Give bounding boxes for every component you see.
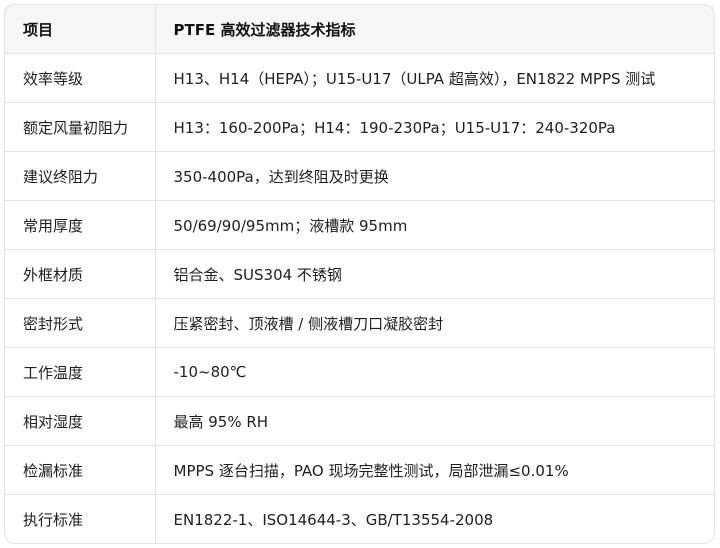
row-item-value: H13、H14（HEPA）；U15-U17（ULPA 超高效），EN1822 M…: [155, 53, 714, 103]
row-item-value: 最高 95% RH: [155, 396, 714, 446]
table-row: 密封形式 压紧密封、顶液槽 / 侧液槽刀口凝胶密封: [5, 298, 714, 348]
table-row: 效率等级 H13、H14（HEPA）；U15-U17（ULPA 超高效），EN1…: [5, 53, 714, 103]
row-item-label: 检漏标准: [5, 445, 156, 495]
row-item-label: 建议终阻力: [5, 151, 156, 201]
row-item-label: 效率等级: [5, 53, 156, 103]
table-row: 工作温度 -10~80℃: [5, 347, 714, 397]
table-header: 项目 PTFE 高效过滤器技术指标: [5, 5, 714, 54]
row-item-value: 50/69/90/95mm；液槽款 95mm: [155, 200, 714, 250]
row-item-value: H13：160-200Pa；H14：190-230Pa；U15-U17：240-…: [155, 102, 714, 152]
header-spec-title: PTFE 高效过滤器技术指标: [155, 5, 714, 54]
table-row: 检漏标准 MPPS 逐台扫描，PAO 现场完整性测试，局部泄漏≤0.01%: [5, 445, 714, 495]
table-row: 执行标准 EN1822-1、ISO14644-3、GB/T13554-2008: [5, 494, 714, 543]
row-item-label: 相对湿度: [5, 396, 156, 446]
spec-table: 项目 PTFE 高效过滤器技术指标 效率等级 H13、H14（HEPA）；U15…: [5, 5, 714, 543]
table-body: 效率等级 H13、H14（HEPA）；U15-U17（ULPA 超高效），EN1…: [5, 53, 714, 543]
row-item-label: 密封形式: [5, 298, 156, 348]
table-row: 建议终阻力 350-400Pa，达到终阻及时更换: [5, 151, 714, 201]
table-row: 额定风量初阻力 H13：160-200Pa；H14：190-230Pa；U15-…: [5, 102, 714, 152]
row-item-value: 350-400Pa，达到终阻及时更换: [155, 151, 714, 201]
row-item-label: 工作温度: [5, 347, 156, 397]
row-item-label: 外框材质: [5, 249, 156, 299]
row-item-label: 额定风量初阻力: [5, 102, 156, 152]
header-item: 项目: [5, 5, 156, 54]
header-row: 项目 PTFE 高效过滤器技术指标: [5, 5, 714, 54]
row-item-value: -10~80℃: [155, 347, 714, 397]
row-item-value: EN1822-1、ISO14644-3、GB/T13554-2008: [173, 510, 494, 529]
row-item-label: 常用厚度: [5, 200, 156, 250]
row-item-value: 压紧密封、顶液槽 / 侧液槽刀口凝胶密封: [155, 298, 714, 348]
table-row: 相对湿度 最高 95% RH: [5, 396, 714, 446]
row-item-value: 铝合金、SUS304 不锈钢: [155, 249, 714, 299]
row-item-label: 执行标准: [5, 494, 156, 543]
table-row: 常用厚度 50/69/90/95mm；液槽款 95mm: [5, 200, 714, 250]
table-row: 外框材质 铝合金、SUS304 不锈钢: [5, 249, 714, 299]
row-item-value: MPPS 逐台扫描，PAO 现场完整性测试，局部泄漏≤0.01%: [155, 445, 714, 495]
